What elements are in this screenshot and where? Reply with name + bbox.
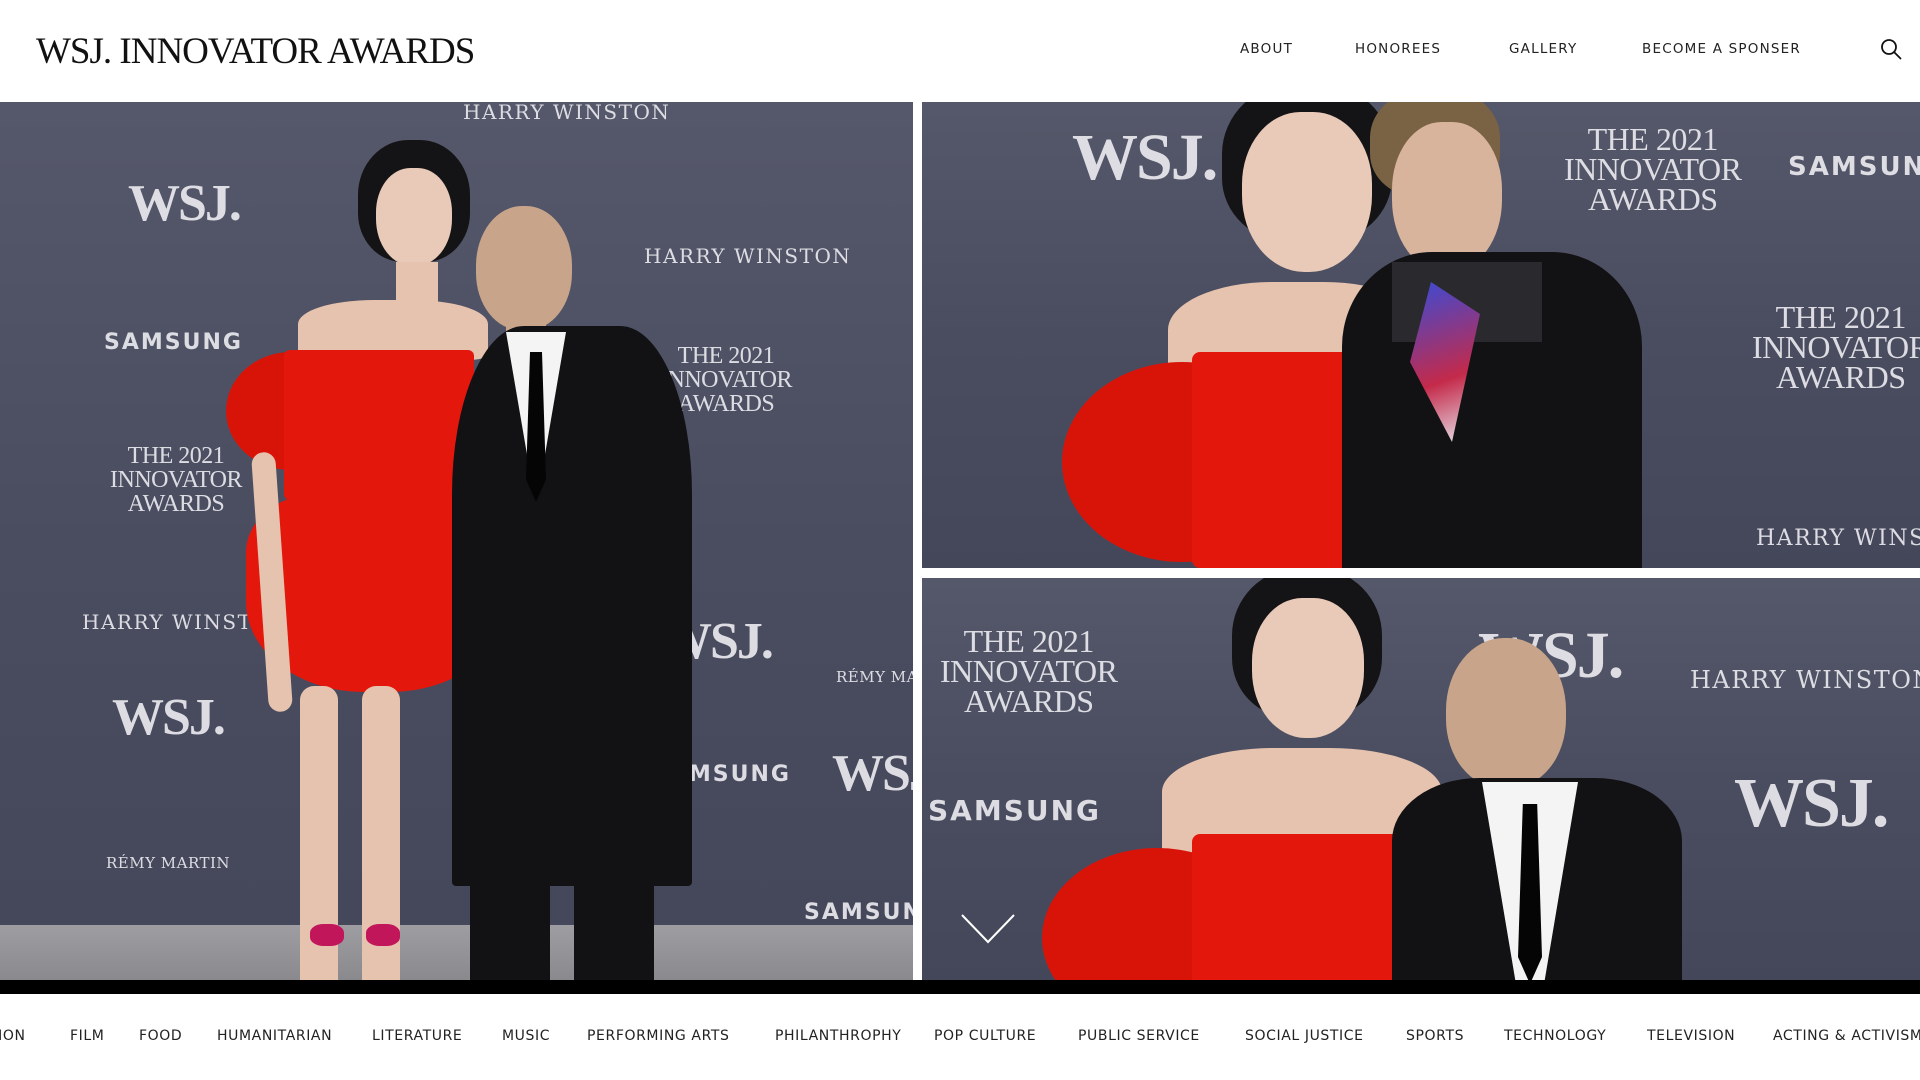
category-performing-arts[interactable]: PERFORMING ARTS [587,1028,730,1044]
site-logo[interactable]: WSJ. INNOVATOR AWARDS [36,30,475,73]
category-television[interactable]: TELEVISION [1647,1028,1735,1044]
category-pop-culture[interactable]: POP CULTURE [934,1028,1036,1044]
backdrop-wsj: WSJ. [1072,121,1218,194]
backdrop-samsung: SAMSUNG [804,900,913,925]
category-humanitarian[interactable]: HUMANITARIAN [217,1028,332,1044]
category-fashion[interactable]: FASHION [0,1028,26,1044]
nav-about[interactable]: ABOUT [1240,41,1293,57]
backdrop-harry-winston: HARRY WINSTON [1690,666,1920,694]
backdrop-awards: THE 2021 INNOVATOR AWARDS [940,623,1118,719]
category-music[interactable]: MUSIC [502,1028,550,1044]
hero-photo-bottom-right: THE 2021 INNOVATOR AWARDS WSJ. HARRY WINST… [922,578,1920,980]
chevron-down-icon[interactable] [960,912,1016,946]
backdrop-harry-winston: HARRY WINSTON [463,102,671,124]
search-icon[interactable] [1880,38,1902,60]
hero-photo-left: HARRY WINSTON WSJ. HARRY WINSTON SAMSUNG… [0,102,913,980]
category-food[interactable]: FOOD [139,1028,182,1044]
category-acting-activism[interactable]: ACTING & ACTIVISM [1773,1028,1920,1044]
nav-gallery[interactable]: GALLERY [1509,41,1577,57]
category-literature[interactable]: LITERATURE [372,1028,462,1044]
nav-honorees[interactable]: HONOREES [1355,41,1441,57]
floor [0,925,913,980]
category-ticker: FASHION FILM FOOD HUMANITARIAN LITERATUR… [0,994,1920,1080]
category-public-service[interactable]: PUBLIC SERVICE [1078,1028,1200,1044]
backdrop-remy-martin: RÉMY MARTIN [106,854,231,872]
backdrop-samsung: SAMSUNG [1788,152,1920,182]
site-header: WSJ. INNOVATOR AWARDS ABOUT HONOREES GAL… [0,0,1920,102]
category-film[interactable]: FILM [70,1028,104,1044]
category-technology[interactable]: TECHNOLOGY [1504,1028,1606,1044]
hero-bottom-bar [0,980,1920,994]
backdrop-wsj: WSJ. [112,689,226,746]
backdrop-samsung: SAMSUNG [104,330,243,355]
nav-become-a-sponsor[interactable]: BECOME A SPONSER [1642,41,1801,57]
backdrop-awards: THE 2021 INNOVATOR AWARDS [110,443,242,517]
category-social-justice[interactable]: SOCIAL JUSTICE [1245,1028,1364,1044]
backdrop-remy-martin: RÉMY MARTIN [836,668,913,686]
backdrop-awards: THE 2021 INNOVATOR AWARDS [1564,121,1742,217]
backdrop-harry-winston: HARRY WINSTON [1756,526,1920,551]
backdrop-harry-winston: HARRY WINSTON [644,244,852,268]
backdrop-wsj: WSJ. [1734,765,1889,842]
backdrop-samsung: SAMSUNG [928,794,1102,827]
hero-photo-top-right: WSJ. THE 2021INNOVATORAWARDS SAMSUNG THE… [922,102,1920,568]
backdrop-wsj: WSJ. [128,175,242,232]
category-sports[interactable]: SPORTS [1406,1028,1464,1044]
hero-gallery: HARRY WINSTON WSJ. HARRY WINSTON SAMSUNG… [0,102,1920,980]
category-philanthrophy[interactable]: PHILANTHROPHY [775,1028,901,1044]
backdrop-wsj: WSJ. [832,745,913,802]
backdrop-awards: THE 2021 INNOVATOR AWARDS [1752,299,1920,395]
